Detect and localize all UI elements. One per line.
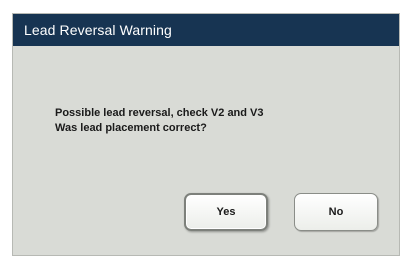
warning-message: Possible lead reversal, check V2 and V3 …: [55, 106, 375, 136]
dialog-titlebar: Lead Reversal Warning: [13, 14, 399, 46]
dialog-title: Lead Reversal Warning: [24, 22, 172, 38]
warning-message-line1: Possible lead reversal, check V2 and V3: [55, 107, 264, 119]
no-button[interactable]: No: [294, 193, 378, 231]
warning-message-line2: Was lead placement correct?: [55, 122, 207, 134]
yes-button[interactable]: Yes: [184, 193, 268, 231]
